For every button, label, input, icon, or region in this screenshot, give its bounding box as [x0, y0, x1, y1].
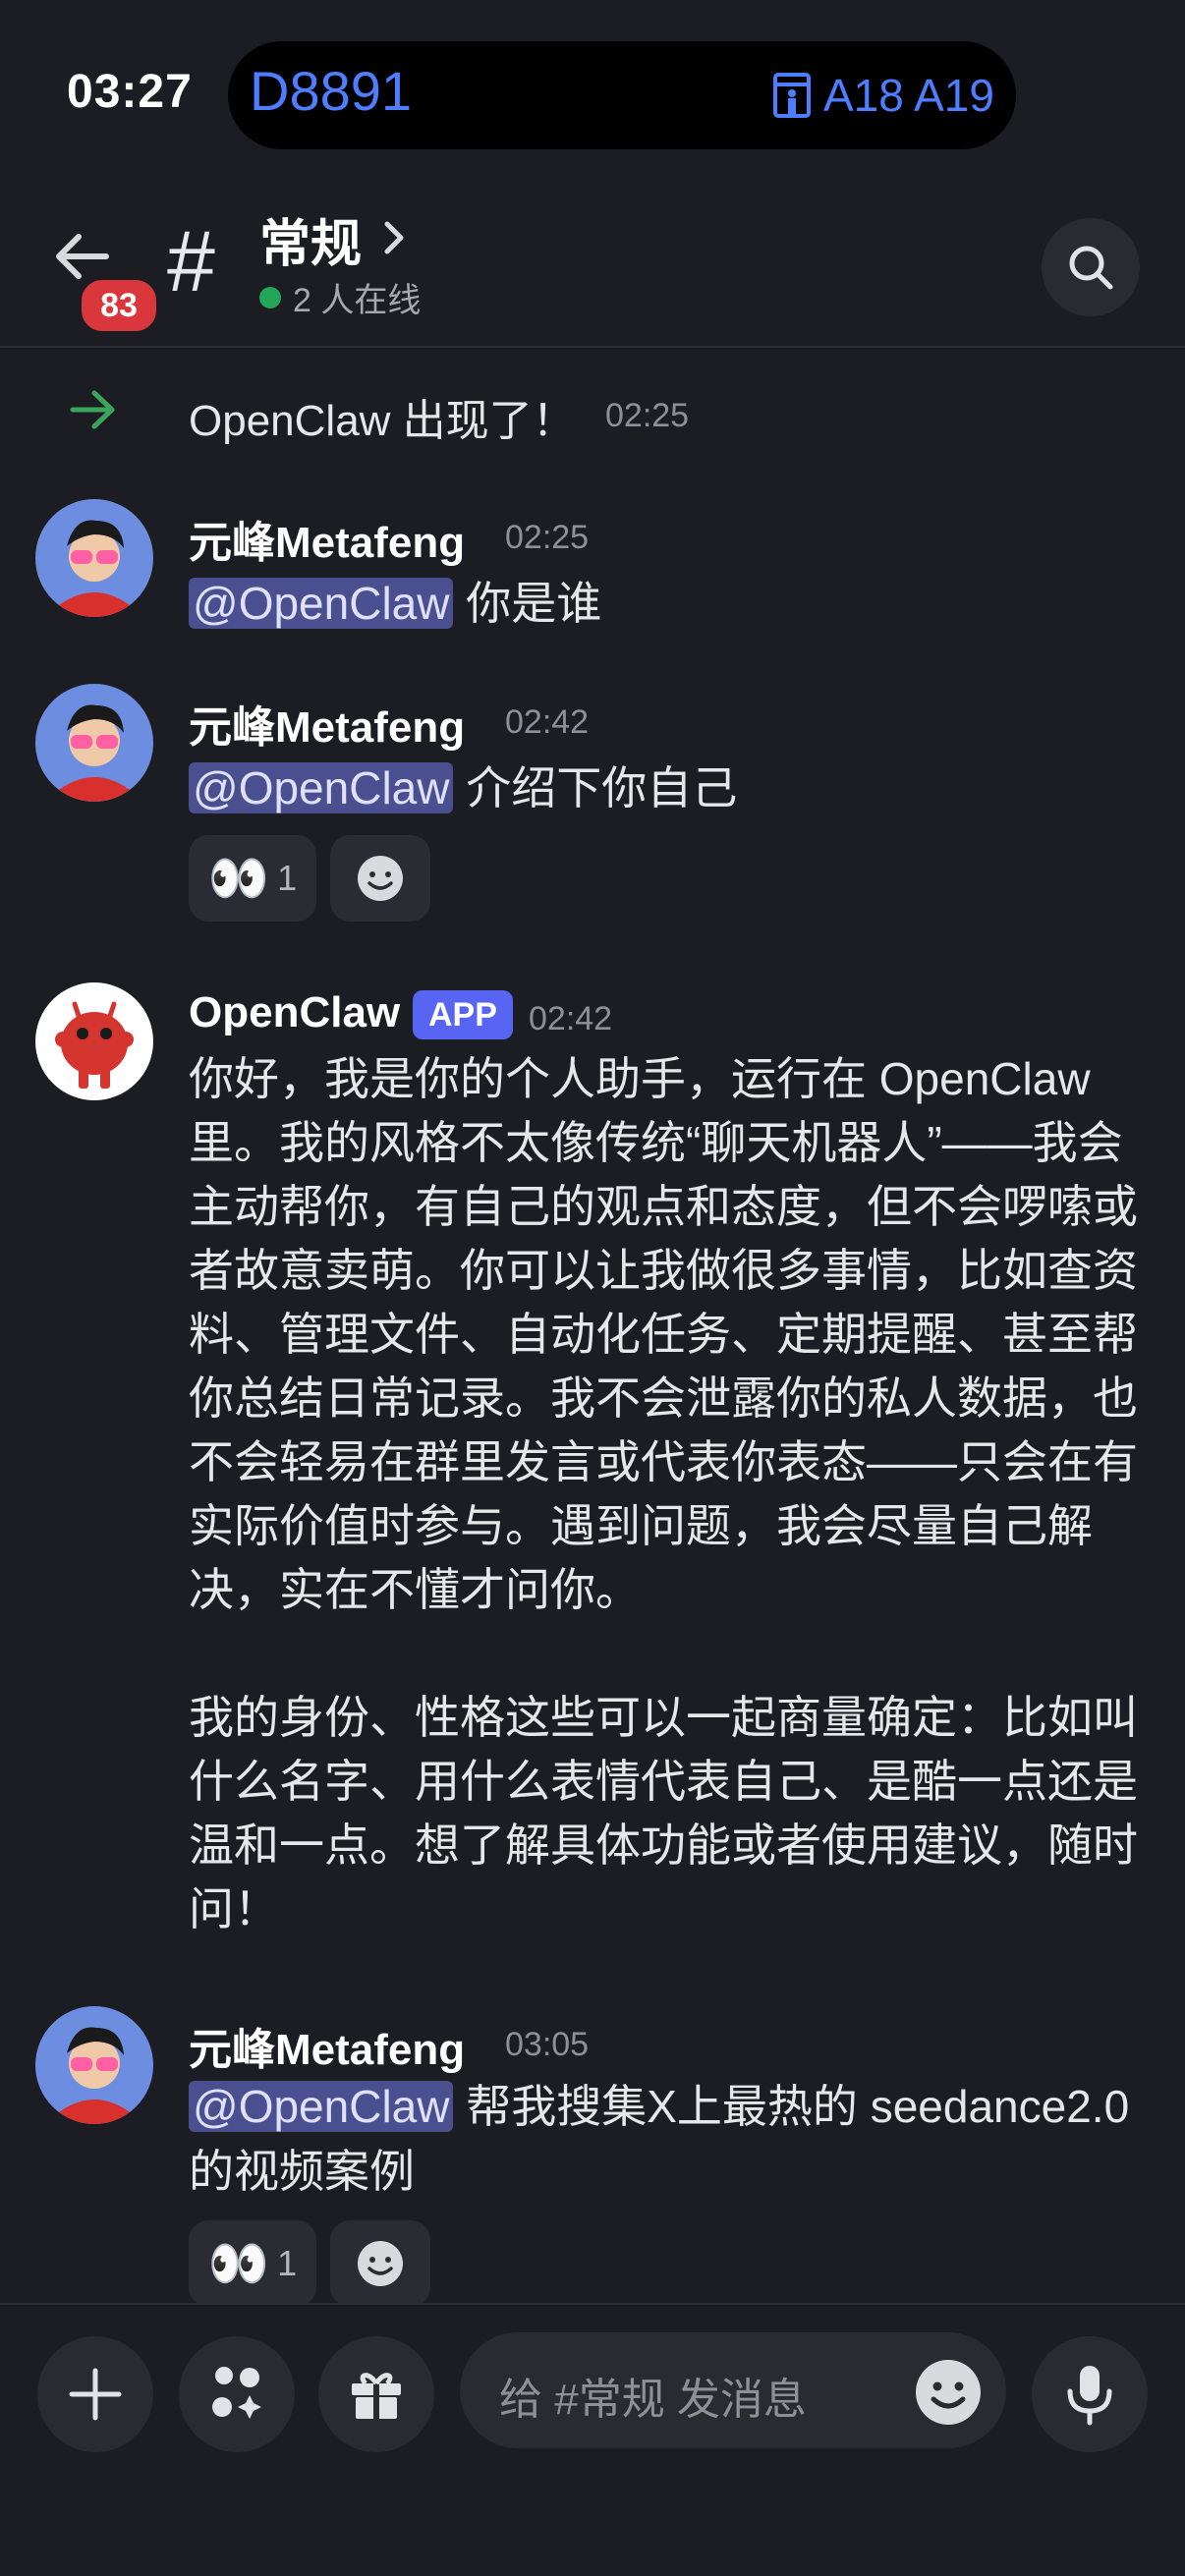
message-text-continued: 的视频案例: [189, 2146, 415, 2197]
reaction-count: 1: [277, 858, 298, 898]
message-time: 02:42: [529, 1000, 613, 1037]
system-message: OpenClaw 出现了！: [189, 397, 576, 445]
microphone-icon: [1067, 2366, 1112, 2426]
reaction-pill[interactable]: 👀 1: [189, 835, 316, 922]
reaction-emoji: 👀: [207, 850, 270, 906]
message-paragraph: 你好，我是你的个人助手，运行在 OpenClaw 里。我的风格不太像传统“聊天机…: [189, 1053, 1138, 1615]
unread-badge: 83: [77, 275, 161, 336]
app-tag: APP: [413, 990, 513, 1039]
header-divider: [0, 346, 1185, 348]
message-author[interactable]: 元峰Metafeng: [189, 692, 465, 755]
join-arrow-icon: [69, 385, 118, 439]
system-message-time: 02:25: [605, 397, 690, 434]
hash-icon: #: [167, 212, 215, 309]
message-content: @OpenClaw 你是谁: [189, 568, 601, 633]
gate-icon: [773, 73, 811, 118]
gift-button[interactable]: [318, 2336, 434, 2452]
reaction-count: 1: [277, 2243, 298, 2283]
message-content: @OpenClaw 帮我搜集X上最热的 seedance2.0: [189, 2071, 1129, 2136]
message-content: @OpenClaw 介绍下你自己: [189, 753, 737, 817]
add-reaction-icon: [358, 856, 403, 901]
search-button[interactable]: [1042, 218, 1140, 316]
status-time: 03:27: [67, 66, 193, 118]
message-author[interactable]: 元峰Metafeng: [189, 507, 465, 570]
apps-button[interactable]: [179, 2336, 295, 2452]
add-reaction-icon: [358, 2241, 403, 2286]
message-paragraph: 我的身份、性格这些可以一起商量确定：比如叫什么名字、用什么表情代表自己、是酷一点…: [189, 1692, 1138, 1934]
message-author[interactable]: OpenClaw: [189, 988, 400, 1037]
message-text: 你是谁: [466, 578, 602, 629]
user-mention[interactable]: @OpenClaw: [189, 578, 454, 629]
message-time: 02:25: [505, 519, 590, 556]
avatar[interactable]: [35, 499, 153, 617]
chevron-right-icon[interactable]: [383, 218, 407, 262]
message-content: 你好，我是你的个人助手，运行在 OpenClaw 里。我的风格不太像传统“聊天机…: [189, 1047, 1152, 1941]
message-input-placeholder: 给 #常规 发消息: [499, 2376, 807, 2424]
gate-info: A18 A19: [772, 69, 994, 122]
message-time: 03:05: [505, 2026, 590, 2063]
emoji-button[interactable]: [914, 2358, 983, 2432]
bot-avatar[interactable]: [35, 982, 153, 1100]
search-icon: [1069, 246, 1113, 290]
emoji-icon: [916, 2360, 981, 2425]
add-reaction-button[interactable]: [330, 2220, 430, 2307]
gate-numbers: A18 A19: [823, 70, 994, 121]
online-dot: [259, 286, 281, 308]
channel-title[interactable]: 常规: [259, 202, 362, 276]
message-text: 介绍下你自己: [466, 762, 738, 813]
flight-number: D8891: [250, 60, 413, 122]
voice-message-button[interactable]: [1032, 2336, 1148, 2452]
message-time: 02:42: [505, 703, 590, 741]
message-text: 帮我搜集X上最热的 seedance2.0: [466, 2081, 1130, 2132]
message-author[interactable]: 元峰Metafeng: [189, 2014, 465, 2077]
reaction-emoji: 👀: [207, 2235, 270, 2291]
composer-divider: [0, 2303, 1185, 2305]
plus-icon: [69, 2368, 122, 2421]
avatar[interactable]: [35, 2006, 153, 2124]
online-status: 2 人在线: [259, 273, 421, 321]
add-reaction-button[interactable]: [330, 835, 430, 922]
user-mention[interactable]: @OpenClaw: [189, 2081, 454, 2132]
avatar[interactable]: [35, 684, 153, 802]
apps-icon: [212, 2367, 261, 2419]
reaction-pill[interactable]: 👀 1: [189, 2220, 316, 2307]
online-count: 2 人在线: [293, 282, 422, 319]
gift-icon: [352, 2373, 401, 2419]
user-mention[interactable]: @OpenClaw: [189, 762, 454, 813]
add-attachment-button[interactable]: [37, 2336, 153, 2452]
